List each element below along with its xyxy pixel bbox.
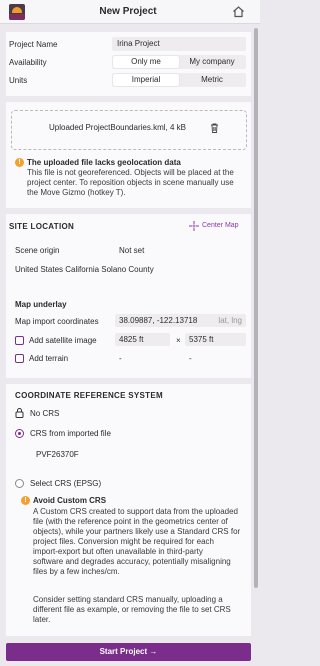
crs-heading: COORDINATE REFERENCE SYSTEM: [15, 391, 163, 400]
trash-icon[interactable]: [210, 123, 219, 133]
units-imperial[interactable]: Imperial: [113, 74, 179, 86]
location-text: United States California Solano County: [15, 265, 154, 274]
center-map-link[interactable]: Center Map: [202, 222, 239, 229]
warning-icon: !: [15, 158, 24, 167]
geolocation-warning-body: This file is not georeferenced. Objects …: [27, 168, 234, 197]
crs-imported-label: CRS from imported file: [30, 429, 111, 438]
crs-select-label: Select CRS (EPSG): [30, 479, 102, 488]
terrain-label: Add terrain: [29, 354, 69, 363]
coords-unit: lat, lng: [218, 316, 242, 325]
map-coords-label: Map import coordinates: [15, 317, 99, 326]
start-project-button[interactable]: Start Project →: [6, 643, 251, 661]
lock-icon: [15, 408, 24, 418]
terrain-height: -: [189, 354, 192, 363]
site-location-heading: SITE LOCATION: [9, 222, 75, 231]
availability-label: Availability: [9, 58, 47, 67]
crs-imported-radio[interactable]: [15, 429, 24, 438]
crosshair-icon[interactable]: [189, 221, 199, 231]
scrollbar-thumb[interactable]: [254, 28, 258, 588]
satellite-label: Add satellite image: [29, 336, 97, 345]
availability-only-me[interactable]: Only me: [113, 56, 179, 68]
file-dropzone[interactable]: Uploaded ProjectBoundaries.kml, 4 kB: [11, 110, 247, 150]
geolocation-warning-title: The uploaded file lacks geolocation data: [27, 158, 181, 167]
units-toggle: Imperial Metric: [112, 73, 246, 87]
times-sign: ×: [176, 336, 181, 345]
scene-origin-label: Scene origin: [15, 246, 60, 255]
crs-imported-value: PVF26370F: [36, 450, 79, 459]
avoid-custom-crs-body: A Custom CRS created to support data fro…: [33, 507, 241, 576]
map-coords-input[interactable]: 38.09887, -122.13718 lat, lng: [115, 314, 246, 327]
map-underlay-heading: Map underlay: [15, 300, 67, 309]
satellite-checkbox[interactable]: [15, 336, 24, 345]
project-name-input[interactable]: Irina Project: [112, 37, 246, 51]
avoid-custom-crs-title: Avoid Custom CRS: [33, 496, 107, 505]
units-metric[interactable]: Metric: [179, 74, 245, 86]
terrain-checkbox[interactable]: [15, 354, 24, 363]
units-label: Units: [9, 76, 28, 85]
project-name-label: Project Name: [9, 40, 58, 49]
crs-select-radio[interactable]: [15, 479, 24, 488]
uploaded-file-text: Uploaded ProjectBoundaries.kml, 4 kB: [49, 123, 186, 132]
home-icon[interactable]: [232, 5, 245, 18]
avoid-custom-crs-advice: Consider setting standard CRS manually, …: [33, 595, 231, 624]
avoid-warning-icon: !: [21, 496, 30, 505]
page-title: New Project: [99, 6, 157, 17]
header: New Project: [0, 0, 260, 24]
no-crs-label: No CRS: [30, 409, 60, 418]
availability-my-company[interactable]: My company: [179, 56, 245, 68]
terrain-width: -: [119, 354, 122, 363]
new-project-panel: New Project Project Name Irina Project A…: [0, 0, 260, 666]
satellite-width-input[interactable]: 4825 ft: [115, 333, 170, 346]
satellite-height-input[interactable]: 5375 ft: [185, 333, 246, 346]
scene-origin-value: Not set: [119, 246, 145, 255]
availability-toggle: Only me My company: [112, 55, 246, 69]
